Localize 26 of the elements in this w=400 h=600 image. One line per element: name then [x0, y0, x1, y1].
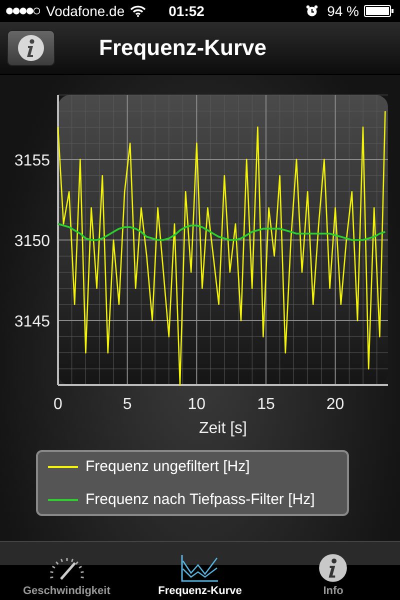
tab[interactable]: Geschwindigkeit	[0, 542, 134, 600]
line-chart-icon	[180, 553, 220, 583]
tab[interactable]: Frequenz-Kurve	[133, 542, 267, 600]
wifi-icon	[130, 5, 146, 17]
legend-label: Frequenz nach Tiefpass-Filter [Hz]	[86, 491, 315, 508]
y-tick-label: 3150	[14, 233, 50, 250]
tab[interactable]: Info	[266, 542, 400, 600]
x-tick-label: 10	[188, 396, 206, 413]
battery-icon	[364, 5, 394, 17]
x-tick-label: 15	[257, 396, 275, 413]
signal-icon	[6, 7, 40, 15]
y-tick-label: 3145	[14, 314, 50, 331]
x-axis-title: Zeit [s]	[199, 420, 247, 437]
battery-percentage: 94 %	[327, 3, 359, 19]
alarm-clock-icon	[306, 5, 318, 17]
x-tick-label: 0	[54, 396, 62, 413]
info-icon	[318, 553, 348, 583]
carrier-name: Vodafone.de	[46, 3, 125, 19]
info-button[interactable]	[7, 30, 55, 66]
screen-title: Frequenz-Kurve	[99, 35, 266, 61]
legend-label: Frequenz ungefiltert [Hz]	[86, 458, 250, 475]
x-tick-label: 20	[326, 396, 344, 413]
y-tick-label: 3155	[14, 152, 50, 170]
clock-time: 01:52	[168, 3, 204, 19]
info-icon	[17, 34, 45, 62]
x-tick-label: 5	[122, 396, 132, 413]
